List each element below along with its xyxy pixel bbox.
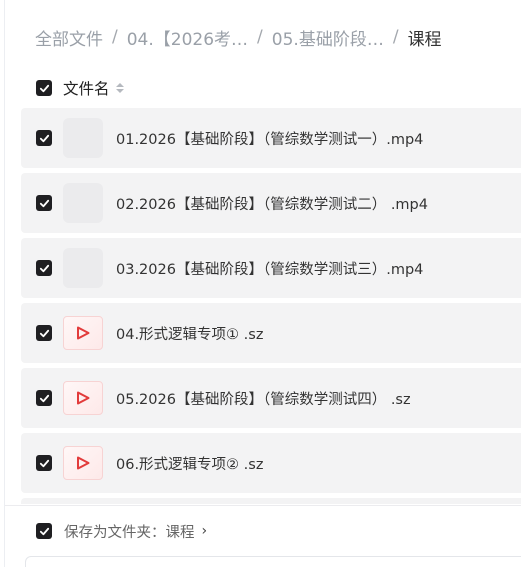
save-as-folder[interactable]: 保存为文件夹：课程 › <box>36 521 208 542</box>
breadcrumb-separator: / <box>257 27 263 47</box>
file-row[interactable]: 03.2026【基础阶段】（管综数学测试三）.mp4 <box>21 238 521 298</box>
file-row[interactable]: 01.2026【基础阶段】（管综数学测试一）.mp4 <box>21 108 521 168</box>
check-icon <box>39 459 49 467</box>
file-name: 01.2026【基础阶段】（管综数学测试一）.mp4 <box>116 131 424 148</box>
file-checkbox[interactable] <box>36 195 52 211</box>
file-thumbnail <box>63 118 103 158</box>
file-name: 04.形式逻辑专项① .sz <box>116 326 264 343</box>
check-icon <box>39 264 49 272</box>
video-file-icon <box>63 316 103 350</box>
check-icon <box>39 84 49 92</box>
video-file-icon <box>63 446 103 480</box>
check-icon <box>39 199 49 207</box>
file-transfer-panel: 全部文件 / 04.【2026考… / 05.基础阶段… / 课程 文件名 01… <box>4 0 521 567</box>
check-icon <box>39 394 49 402</box>
save-as-folder-checkbox[interactable] <box>36 523 52 539</box>
check-icon <box>39 527 49 535</box>
file-checkbox[interactable] <box>36 455 52 471</box>
file-name: 05.2026【基础阶段】（管综数学测试四） .sz <box>116 391 411 408</box>
check-icon <box>39 329 49 337</box>
file-row-partial[interactable] <box>21 498 521 504</box>
file-list[interactable]: 01.2026【基础阶段】（管综数学测试一）.mp4 02.2026【基础阶段】… <box>21 108 521 504</box>
select-all-checkbox[interactable] <box>36 80 52 96</box>
breadcrumb-separator: / <box>392 27 399 47</box>
breadcrumb-item-basic-stage[interactable]: 05.基础阶段… <box>272 25 384 50</box>
save-as-folder-label[interactable]: 保存为文件夹：课程 <box>64 521 195 542</box>
file-thumbnail <box>63 248 103 288</box>
file-row[interactable]: 05.2026【基础阶段】（管综数学测试四） .sz <box>21 368 521 428</box>
file-checkbox[interactable] <box>36 260 52 276</box>
footer-divider <box>5 505 521 506</box>
breadcrumb-separator: / <box>112 27 118 47</box>
file-name: 06.形式逻辑专项② .sz <box>116 456 264 473</box>
column-header-filename[interactable]: 文件名 <box>63 77 110 99</box>
file-row[interactable]: 02.2026【基础阶段】（管综数学测试二） .mp4 <box>21 173 521 233</box>
file-thumbnail <box>63 183 103 223</box>
file-name: 02.2026【基础阶段】（管综数学测试二） .mp4 <box>116 196 428 213</box>
breadcrumb-current: 课程 <box>407 29 442 50</box>
video-file-icon <box>63 381 103 415</box>
breadcrumb-item-2026[interactable]: 04.【2026考… <box>127 25 248 50</box>
file-checkbox[interactable] <box>36 325 52 341</box>
file-checkbox[interactable] <box>36 130 52 146</box>
file-list-header: 文件名 <box>36 78 124 98</box>
file-checkbox[interactable] <box>36 390 52 406</box>
file-name: 03.2026【基础阶段】（管综数学测试三）.mp4 <box>116 261 424 278</box>
check-icon <box>39 134 49 142</box>
sort-icon[interactable] <box>115 83 124 93</box>
destination-box[interactable] <box>25 556 521 567</box>
breadcrumb-item-all-files[interactable]: 全部文件 <box>35 25 103 50</box>
breadcrumb: 全部文件 / 04.【2026考… / 05.基础阶段… / 课程 <box>35 24 442 50</box>
file-row[interactable]: 04.形式逻辑专项① .sz <box>21 303 521 363</box>
chevron-right-icon[interactable]: › <box>202 523 208 539</box>
file-row[interactable]: 06.形式逻辑专项② .sz <box>21 433 521 493</box>
